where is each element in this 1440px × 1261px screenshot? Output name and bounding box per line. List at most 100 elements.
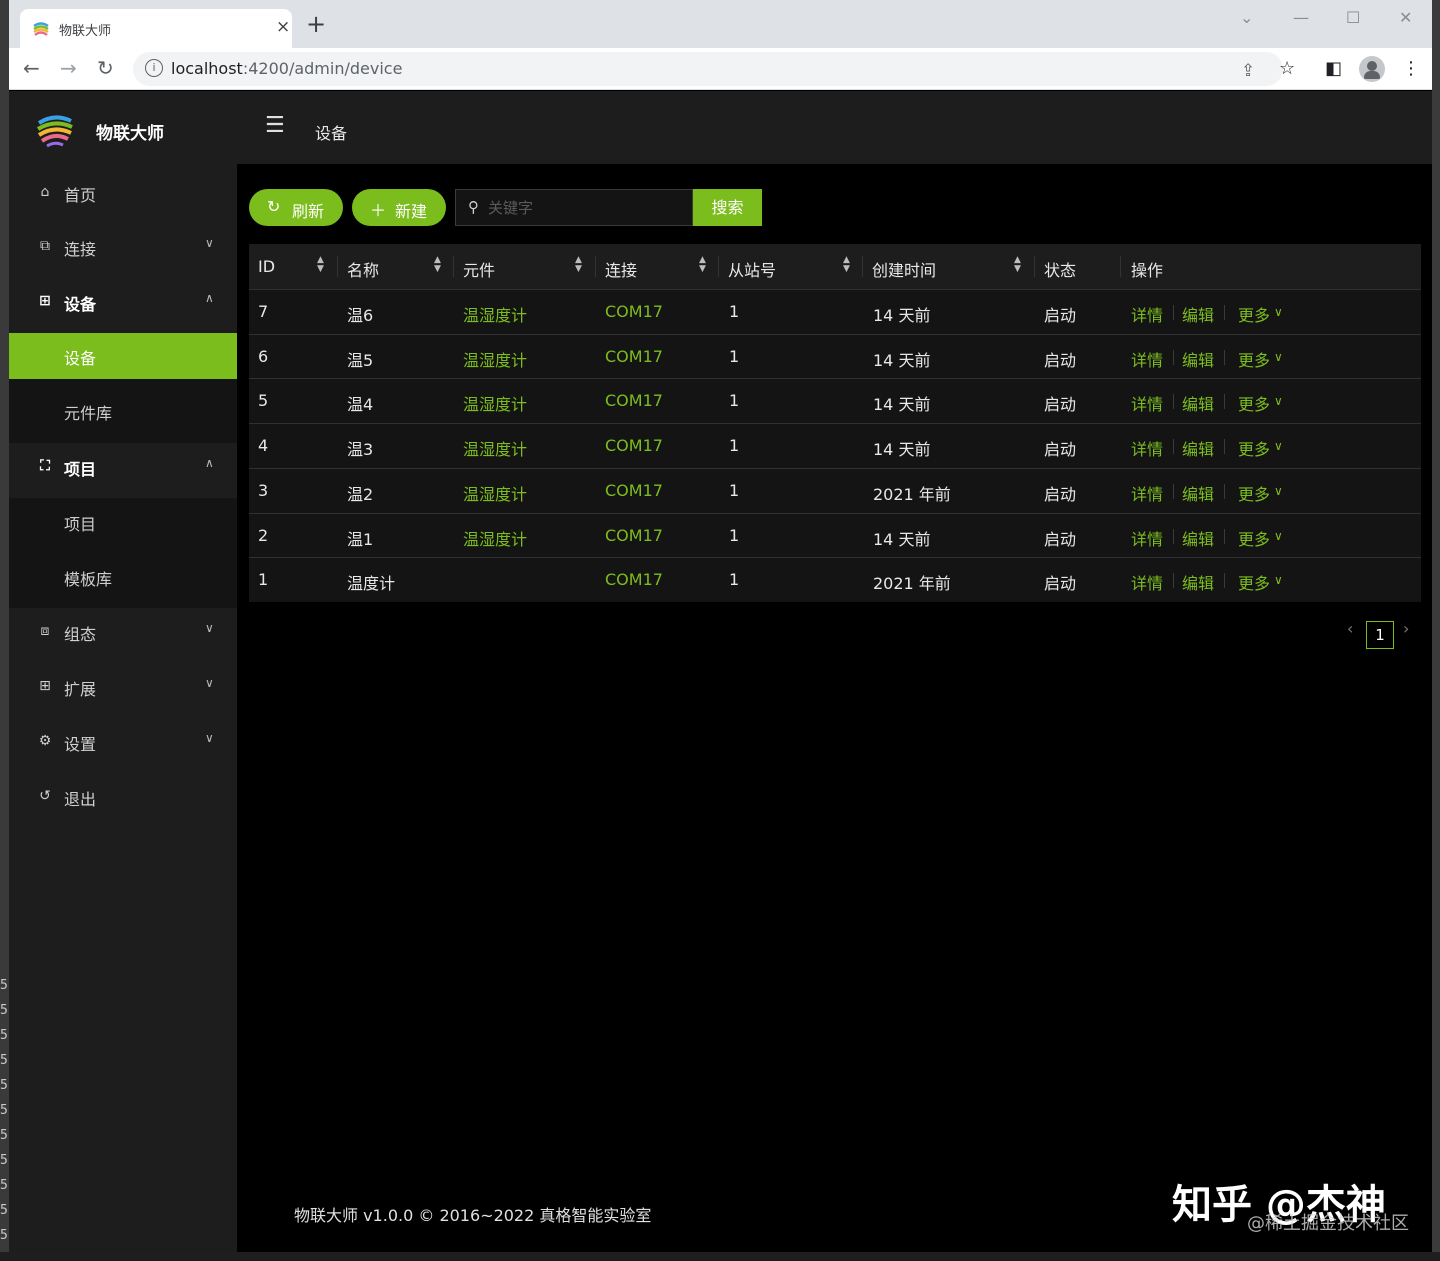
cell-element[interactable]: 温湿度计 <box>463 481 527 505</box>
detail-link[interactable]: 详情 <box>1131 302 1163 326</box>
sort-icon[interactable]: ▲ ▼ <box>575 256 582 274</box>
address-bar[interactable]: i localhost:4200/admin/device ⇪ <box>133 52 1283 86</box>
browser-tab[interactable]: 物联大师 × <box>20 9 292 48</box>
search-button[interactable]: 搜索 <box>693 189 762 226</box>
action-divider <box>1173 349 1174 365</box>
page-number-current[interactable]: 1 <box>1366 621 1394 649</box>
search-input[interactable] <box>488 196 684 220</box>
submenu-item-element-library[interactable]: 元件库 <box>9 388 237 434</box>
profile-avatar-icon[interactable] <box>1359 56 1385 82</box>
cell-connection[interactable]: COM17 <box>605 391 663 410</box>
cell-id: 1 <box>258 570 269 590</box>
back-icon[interactable]: ← <box>23 56 40 80</box>
detail-link[interactable]: 详情 <box>1131 570 1163 594</box>
cell-element[interactable]: 温湿度计 <box>463 526 527 550</box>
cell-id: 5 <box>258 391 269 411</box>
more-dropdown[interactable]: 更多 <box>1238 391 1270 415</box>
edit-link[interactable]: 编辑 <box>1182 391 1214 415</box>
app-favicon-icon <box>33 22 49 36</box>
edit-link[interactable]: 编辑 <box>1182 570 1214 594</box>
site-info-icon[interactable]: i <box>145 59 163 77</box>
tab-search-icon[interactable]: ⌄ <box>1240 8 1253 27</box>
cell-connection[interactable]: COM17 <box>605 481 663 500</box>
cell-element[interactable]: 温湿度计 <box>463 347 527 371</box>
detail-link[interactable]: 详情 <box>1131 436 1163 460</box>
cell-slave: 1 <box>729 570 740 590</box>
home-icon: ⌂ <box>40 184 50 200</box>
menu-item-home[interactable]: ⌂ 首页 <box>9 170 237 216</box>
tab-title: 物联大师 <box>59 24 112 39</box>
menu-item-project[interactable]: ⛶ 项目 ∧ <box>9 444 237 490</box>
more-dropdown[interactable]: 更多 <box>1238 570 1270 594</box>
background-window-edge <box>1432 0 1440 1261</box>
cell-element[interactable]: 温湿度计 <box>463 436 527 460</box>
menu-item-settings[interactable]: ⚙ 设置 ∨ <box>9 719 237 765</box>
window-close-icon[interactable]: ✕ <box>1399 8 1412 27</box>
cell-element[interactable]: 温湿度计 <box>463 391 527 415</box>
edit-link[interactable]: 编辑 <box>1182 481 1214 505</box>
cell-status: 启动 <box>1044 395 1077 415</box>
detail-link[interactable]: 详情 <box>1131 391 1163 415</box>
browser-menu-icon[interactable]: ⋮ <box>1402 58 1420 79</box>
detail-link[interactable]: 详情 <box>1131 481 1163 505</box>
edit-link[interactable]: 编辑 <box>1182 436 1214 460</box>
sort-icon[interactable]: ▲ ▼ <box>843 256 850 274</box>
logo-text: 物联大师 <box>96 124 164 144</box>
page-next-icon[interactable]: › <box>1403 619 1409 638</box>
reload-icon[interactable]: ↻ <box>97 56 114 80</box>
detail-link[interactable]: 详情 <box>1131 347 1163 371</box>
action-divider <box>1173 439 1174 455</box>
sort-icon[interactable]: ▲ ▼ <box>699 256 706 274</box>
cell-element[interactable]: 温湿度计 <box>463 302 527 326</box>
edit-link[interactable]: 编辑 <box>1182 347 1214 371</box>
more-dropdown[interactable]: 更多 <box>1238 526 1270 550</box>
maximize-icon[interactable]: ☐ <box>1346 8 1360 27</box>
sort-icon[interactable]: ▲ ▼ <box>317 256 324 274</box>
edit-link[interactable]: 编辑 <box>1182 302 1214 326</box>
cell-connection[interactable]: COM17 <box>605 436 663 455</box>
menu-item-logout[interactable]: ↺ 退出 <box>9 774 237 820</box>
sort-icon[interactable]: ▲ ▼ <box>434 256 441 274</box>
cell-connection[interactable]: COM17 <box>605 302 663 321</box>
footer-copyright: 物联大师 v1.0.0 © 2016~2022 真格智能实验室 <box>294 1206 652 1225</box>
bookmark-star-icon[interactable]: ☆ <box>1279 58 1295 79</box>
cell-connection[interactable]: COM17 <box>605 570 663 589</box>
share-icon[interactable]: ⇪ <box>1241 61 1255 81</box>
detail-link[interactable]: 详情 <box>1131 526 1163 550</box>
menu-item-config[interactable]: ⧈ 组态 ∨ <box>9 609 237 655</box>
new-tab-icon[interactable]: + <box>306 12 326 36</box>
edit-link[interactable]: 编辑 <box>1182 526 1214 550</box>
cell-created: 14 天前 <box>873 529 931 549</box>
submenu-item-device[interactable]: 设备 <box>9 333 237 379</box>
more-dropdown[interactable]: 更多 <box>1238 302 1270 326</box>
cell-connection[interactable]: COM17 <box>605 347 663 366</box>
sort-icon[interactable]: ▲ ▼ <box>1014 256 1021 274</box>
table-row: 3 温2 温湿度计 COM17 1 2021 年前 启动 详情 编辑 更多 ∨ <box>249 467 1421 513</box>
minimize-icon[interactable]: — <box>1293 8 1309 27</box>
cell-connection[interactable]: COM17 <box>605 526 663 545</box>
refresh-button[interactable]: ↻ 刷新 <box>249 189 343 226</box>
new-button[interactable]: ＋ 新建 <box>352 189 446 226</box>
menu-fold-icon[interactable]: ☰ <box>265 113 285 138</box>
more-dropdown[interactable]: 更多 <box>1238 481 1270 505</box>
menu-item-device[interactable]: ⊞ 设备 ∧ <box>9 279 237 325</box>
page-prev-icon[interactable]: ‹ <box>1347 619 1353 638</box>
submenu-item-project[interactable]: 项目 <box>9 499 237 545</box>
more-dropdown[interactable]: 更多 <box>1238 436 1270 460</box>
submenu-item-template-library[interactable]: 模板库 <box>9 554 237 600</box>
tab-close-icon[interactable]: × <box>276 17 290 37</box>
cell-id: 6 <box>258 346 269 366</box>
cell-name: 温3 <box>347 440 374 460</box>
cell-status: 启动 <box>1044 350 1077 370</box>
sidebar: 物联大师 ⌂ 首页 ⧉ 连接 ∨ ⊞ 设备 ∧ 设备 元件库 ⛶ 项目 ∧ 项目… <box>9 91 237 1252</box>
cell-id: 7 <box>258 302 269 321</box>
table-header: ID ▲▼ 名称 ▲▼ 元件 ▲▼ 连接 ▲▼ 从站号 ▲▼ 创建时间 <box>249 244 1421 289</box>
forward-icon[interactable]: → <box>60 56 77 80</box>
menu-item-extension[interactable]: ⊞ 扩展 ∨ <box>9 664 237 710</box>
cell-created: 14 天前 <box>873 395 931 415</box>
menu-item-connection[interactable]: ⧉ 连接 ∨ <box>9 224 237 270</box>
side-panel-icon[interactable]: ◧ <box>1325 58 1342 79</box>
cell-status: 启动 <box>1044 484 1077 504</box>
more-dropdown[interactable]: 更多 <box>1238 347 1270 371</box>
chevron-down-icon: ∨ <box>205 236 214 250</box>
